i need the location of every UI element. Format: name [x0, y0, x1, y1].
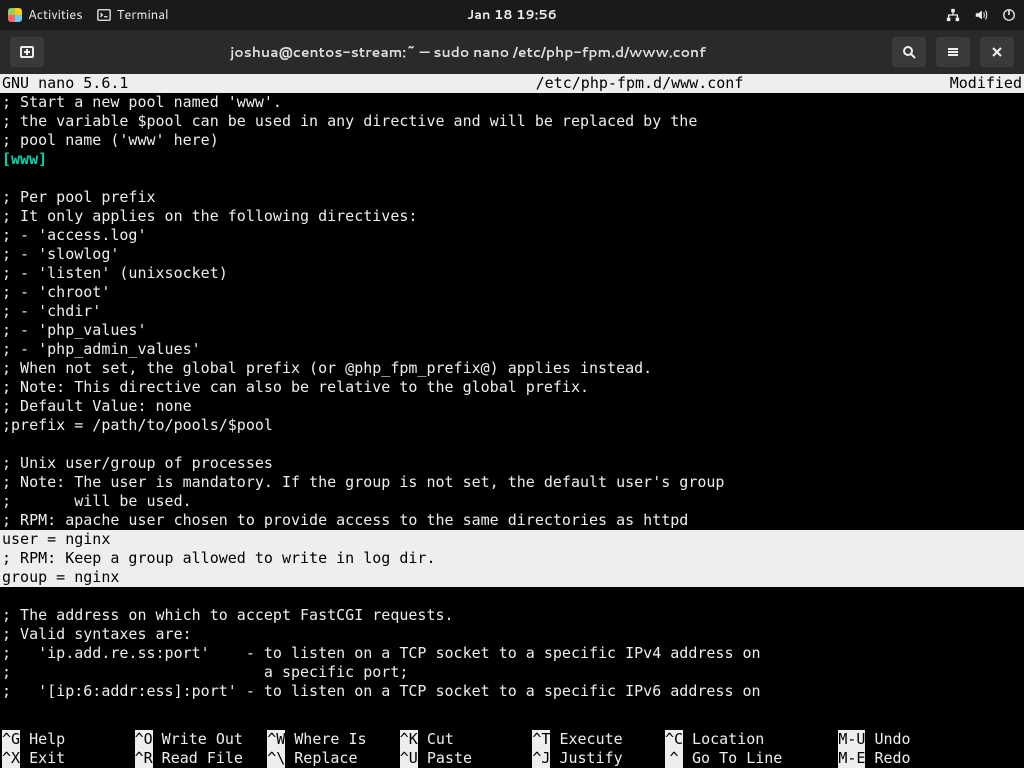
- activities-icon: [8, 8, 22, 22]
- shortcut-location: ^C Location: [665, 730, 838, 749]
- new-tab-button[interactable]: [10, 37, 44, 67]
- terminal-app-menu[interactable]: Terminal: [97, 6, 169, 24]
- shortcut-key: ^C: [665, 730, 683, 749]
- terminal-icon: [97, 8, 111, 22]
- shortcut-justify: ^J Justify: [532, 749, 665, 768]
- shortcut-key: M-E: [838, 749, 865, 768]
- shortcut-key: M-U: [838, 730, 865, 749]
- activities-label: Activities: [28, 6, 83, 24]
- gnome-topbar: Activities Terminal Jan 18 19:56: [0, 0, 1024, 30]
- nano-app-version: GNU nano 5.6.1: [2, 74, 410, 93]
- selected-lines: user = nginx ; RPM: Keep a group allowed…: [0, 530, 1024, 587]
- shortcut-key: ^R: [135, 749, 153, 768]
- terminal-viewport[interactable]: GNU nano 5.6.1 /etc/php-fpm.d/www.conf M…: [0, 74, 1024, 768]
- shortcut-where-is: ^W Where Is: [267, 730, 400, 749]
- shortcut-label: Read File: [162, 749, 243, 768]
- shortcut-execute: ^T Execute: [532, 730, 665, 749]
- close-button[interactable]: [980, 37, 1014, 67]
- shortcut-label: Go To Line: [692, 749, 782, 768]
- network-status-icon[interactable]: [946, 8, 960, 22]
- shortcut-label: Write Out: [162, 730, 243, 749]
- shortcut-key: ^O: [135, 730, 153, 749]
- pool-section-header: [www]: [2, 150, 47, 168]
- clock[interactable]: Jan 18 19:56: [467, 6, 557, 24]
- shortcut-help: ^G Help: [2, 730, 135, 749]
- terminal-app-label: Terminal: [117, 6, 169, 24]
- shortcut-undo: M-U Undo: [838, 730, 1022, 749]
- shortcut-replace: ^\ Replace: [267, 749, 400, 768]
- shortcut-write-out: ^O Write Out: [135, 730, 268, 749]
- shortcut-redo: M-E Redo: [838, 749, 1022, 768]
- shortcut-label: Undo: [874, 730, 910, 749]
- shortcut-key: ^U: [400, 749, 418, 768]
- shortcut-key: ^\: [267, 749, 285, 768]
- nano-file-path: /etc/php-fpm.d/www.conf: [410, 74, 869, 93]
- shortcut-key: ^X: [2, 749, 20, 768]
- shortcut-key: ^K: [400, 730, 418, 749]
- shortcut-label: Cut: [427, 730, 454, 749]
- shortcut-label: Help: [29, 730, 65, 749]
- shortcut-label: Paste: [427, 749, 472, 768]
- shortcut-go-to-line: ^ Go To Line: [665, 749, 838, 768]
- activities-button[interactable]: Activities: [8, 6, 83, 24]
- shortcut-cut: ^K Cut: [400, 730, 533, 749]
- body-post: ; The address on which to accept FastCGI…: [2, 606, 761, 700]
- shortcut-read-file: ^R Read File: [135, 749, 268, 768]
- shortcut-key: ^T: [532, 730, 550, 749]
- shortcut-key: ^J: [532, 749, 550, 768]
- shortcut-key: ^G: [2, 730, 20, 749]
- shortcut-label: Justify: [559, 749, 622, 768]
- nano-shortcuts: ^G Help ^O Write Out ^W Where Is ^K Cut ^T Execut…: [0, 730, 1024, 768]
- shortcut-label: Execute: [559, 730, 622, 749]
- window-titlebar: joshua@centos-stream:~ — sudo nano /etc/…: [0, 30, 1024, 74]
- shortcut-paste: ^U Paste: [400, 749, 533, 768]
- body-pre: ; Start a new pool named 'www'. ; the va…: [2, 93, 697, 149]
- search-button[interactable]: [892, 37, 926, 67]
- shortcut-label: Where Is: [294, 730, 366, 749]
- editor-body[interactable]: ; Start a new pool named 'www'. ; the va…: [0, 93, 1024, 701]
- volume-icon[interactable]: [974, 8, 988, 22]
- nano-titlebar: GNU nano 5.6.1 /etc/php-fpm.d/www.conf M…: [0, 74, 1024, 93]
- menu-button[interactable]: [936, 37, 970, 67]
- body-mid: ; Per pool prefix ; It only applies on t…: [2, 188, 724, 529]
- shortcut-exit: ^X Exit: [2, 749, 135, 768]
- window-title: joshua@centos-stream:~ — sudo nano /etc/…: [54, 42, 882, 62]
- nano-status: Modified: [869, 74, 1022, 93]
- shortcut-key: ^: [665, 749, 683, 768]
- shortcut-label: Exit: [29, 749, 65, 768]
- shortcut-label: Replace: [294, 749, 357, 768]
- shortcut-label: Redo: [874, 749, 910, 768]
- shortcut-label: Location: [692, 730, 764, 749]
- shortcut-key: ^W: [267, 730, 285, 749]
- power-icon[interactable]: [1002, 8, 1016, 22]
